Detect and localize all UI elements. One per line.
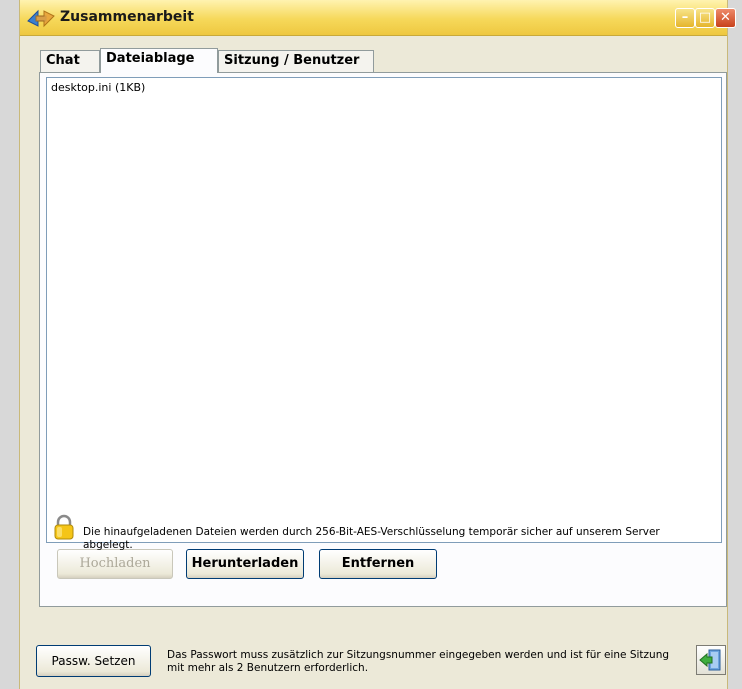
tab-chat[interactable]: Chat — [40, 50, 100, 72]
collaboration-arrows-icon — [27, 9, 55, 28]
download-button[interactable]: Herunterladen — [186, 549, 304, 579]
upload-button[interactable]: Hochladen — [57, 549, 173, 579]
tab-sitzung-benutzer[interactable]: Sitzung / Benutzer — [218, 50, 374, 72]
minimize-icon: – — [681, 10, 689, 25]
exit-button[interactable] — [696, 645, 726, 675]
password-info-text: Das Passwort muss zusätzlich zur Sitzung… — [167, 649, 670, 674]
window-title: Zusammenarbeit — [60, 9, 194, 25]
tab-dateiablage[interactable]: Dateiablage — [100, 48, 218, 73]
padlock-icon — [54, 514, 74, 540]
collaboration-window: Zusammenarbeit – □ ✕ Chat Dateiablage Si… — [19, 0, 736, 689]
close-button[interactable]: ✕ — [715, 8, 736, 28]
remove-button[interactable]: Entfernen — [319, 549, 437, 579]
maximize-icon: □ — [698, 10, 712, 25]
list-item[interactable]: desktop.ini (1KB) — [51, 81, 145, 94]
set-password-button[interactable]: Passw. Setzen — [36, 645, 151, 677]
file-list[interactable]: desktop.ini (1KB) — [46, 77, 722, 543]
encryption-info-text: Die hinaufgeladenen Dateien werden durch… — [83, 526, 660, 551]
title-bar[interactable]: Zusammenarbeit – □ ✕ — [20, 0, 736, 36]
exit-door-icon — [699, 649, 721, 671]
minimize-button[interactable]: – — [675, 8, 695, 28]
maximize-button[interactable]: □ — [695, 8, 715, 28]
close-icon: ✕ — [720, 10, 731, 25]
